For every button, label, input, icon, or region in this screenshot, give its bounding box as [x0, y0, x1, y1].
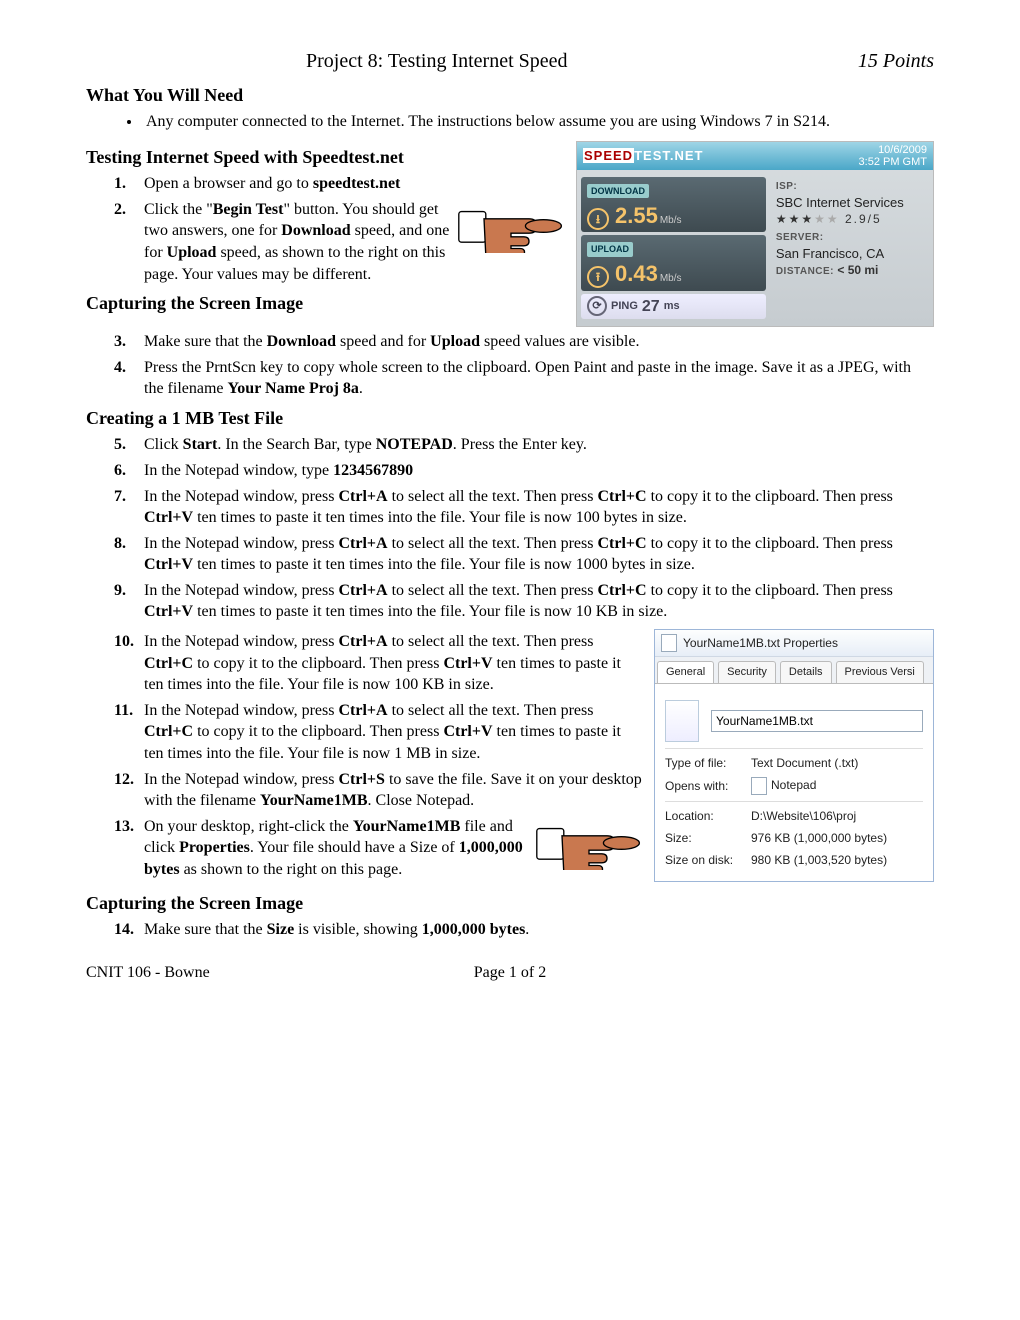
- heading-need: What You Will Need: [86, 83, 934, 107]
- pointing-hand-icon: [534, 816, 644, 870]
- upload-chip: UPLOAD ⭱0.43Mb/s: [581, 235, 766, 290]
- step-text-5: Click Start. In the Search Bar, type NOT…: [144, 434, 934, 456]
- step-text-11: In the Notepad window, press Ctrl+A to s…: [144, 700, 644, 765]
- doc-points: 15 Points: [858, 48, 934, 75]
- step-num-13: 13.: [86, 816, 144, 881]
- step-text-1: Open a browser and go to speedtest.net: [144, 173, 566, 195]
- heading-create: Creating a 1 MB Test File: [86, 406, 934, 430]
- footer-page: Page 1 of 2: [474, 962, 546, 984]
- value-size-on-disk: 980 KB (1,003,520 bytes): [751, 852, 923, 868]
- step-num-9: 9.: [86, 580, 144, 623]
- label-location: Location:: [665, 808, 751, 824]
- step-num-6: 6.: [86, 460, 144, 482]
- properties-title: YourName1MB.txt Properties: [683, 635, 838, 651]
- heading-capture-2: Capturing the Screen Image: [86, 891, 934, 915]
- step-text-6: In the Notepad window, type 1234567890: [144, 460, 934, 482]
- footer-left: CNIT 106 - Bowne: [86, 962, 210, 984]
- speedtest-widget: SPEEDTEST.NET 10/6/20093:52 PM GMT DOWNL…: [576, 141, 934, 327]
- step-num-14: 14.: [86, 919, 144, 941]
- ping-chip: ⟳PING 27 ms: [581, 294, 766, 320]
- value-type: Text Document (.txt): [751, 755, 923, 771]
- isp-value: SBC Internet Services: [776, 194, 927, 212]
- step-num-12: 12.: [86, 769, 144, 812]
- heading-capture-1: Capturing the Screen Image: [86, 291, 566, 315]
- isp-rating: ★★★★★ 2.9/5: [776, 211, 927, 227]
- download-chip: DOWNLOAD ⭳2.55Mb/s: [581, 177, 766, 232]
- step-num-11: 11.: [86, 700, 144, 765]
- server-value: San Francisco, CA: [776, 245, 927, 263]
- step-text-12: In the Notepad window, press Ctrl+S to s…: [144, 769, 644, 812]
- server-label: SERVER:: [776, 231, 927, 245]
- step-num-7: 7.: [86, 486, 144, 529]
- step-text-7: In the Notepad window, press Ctrl+A to s…: [144, 486, 934, 529]
- document-icon: [665, 700, 699, 742]
- tab-security[interactable]: Security: [718, 661, 776, 683]
- step-text-9: In the Notepad window, press Ctrl+A to s…: [144, 580, 934, 623]
- tab-general[interactable]: General: [657, 661, 714, 683]
- step-text-4: Press the PrntScn key to copy whole scre…: [144, 357, 934, 400]
- tab-previous[interactable]: Previous Versi: [836, 661, 924, 683]
- need-bullet: Any computer connected to the Internet. …: [142, 111, 934, 133]
- step-text-3: Make sure that the Download speed and fo…: [144, 331, 934, 353]
- step-text-13: On your desktop, right-click the YourNam…: [144, 816, 644, 881]
- step-num-2: 2.: [86, 199, 144, 285]
- step-num-10: 10.: [86, 631, 144, 696]
- filename-input[interactable]: [711, 710, 923, 732]
- step-num-5: 5.: [86, 434, 144, 456]
- isp-label: ISP:: [776, 180, 927, 194]
- doc-title: Project 8: Testing Internet Speed: [306, 48, 568, 75]
- distance-row: DISTANCE: < 50 mi: [776, 262, 927, 279]
- value-location: D:\Website\106\proj: [751, 808, 923, 824]
- step-num-4: 4.: [86, 357, 144, 400]
- step-text-14: Make sure that the Size is visible, show…: [144, 919, 934, 941]
- step-num-8: 8.: [86, 533, 144, 576]
- file-icon: [661, 634, 677, 652]
- step-text-2: Click the "Begin Test" button. You shoul…: [144, 199, 566, 285]
- value-size: 976 KB (1,000,000 bytes): [751, 830, 923, 846]
- tab-details[interactable]: Details: [780, 661, 832, 683]
- step-num-1: 1.: [86, 173, 144, 195]
- speedtest-time: 3:52 PM GMT: [859, 156, 927, 168]
- label-size-on-disk: Size on disk:: [665, 852, 751, 868]
- label-type: Type of file:: [665, 755, 751, 771]
- speedtest-date: 10/6/2009: [878, 144, 927, 156]
- step-num-3: 3.: [86, 331, 144, 353]
- heading-testing: Testing Internet Speed with Speedtest.ne…: [86, 145, 566, 169]
- speedtest-logo: SPEEDTEST.NET: [583, 147, 703, 165]
- notepad-icon: [751, 777, 767, 795]
- properties-dialog: YourName1MB.txt Properties General Secur…: [654, 629, 934, 882]
- label-opens: Opens with:: [665, 778, 751, 794]
- label-size: Size:: [665, 830, 751, 846]
- step-text-10: In the Notepad window, press Ctrl+A to s…: [144, 631, 644, 696]
- pointing-hand-icon: [456, 199, 566, 253]
- step-text-8: In the Notepad window, press Ctrl+A to s…: [144, 533, 934, 576]
- value-opens: Notepad: [751, 777, 923, 795]
